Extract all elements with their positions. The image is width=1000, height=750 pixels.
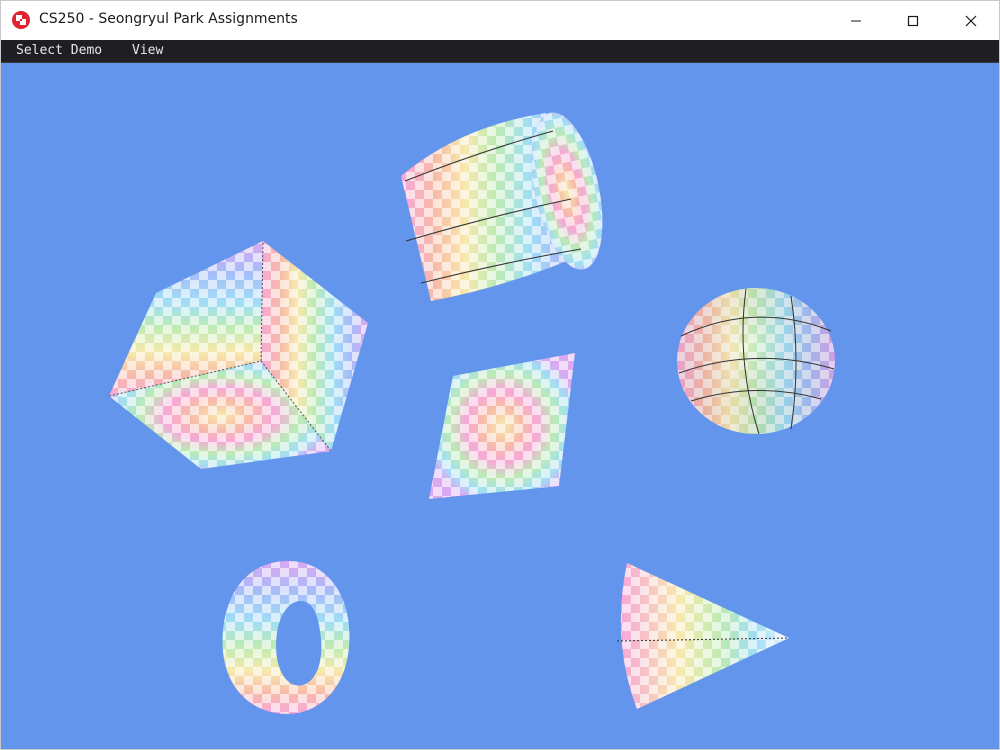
render-viewport[interactable] [1, 63, 999, 750]
close-button[interactable] [942, 1, 999, 40]
torus-mesh [222, 561, 350, 714]
title-bar[interactable]: CS250 - Seongryul Park Assignments [1, 1, 999, 40]
cube-mesh [108, 240, 368, 469]
scene-canvas[interactable] [1, 63, 999, 750]
plane-mesh [429, 353, 575, 499]
menu-view[interactable]: View [132, 43, 163, 58]
sphere-mesh [677, 288, 835, 435]
app-window: CS250 - Seongryul Park Assignments Selec… [0, 0, 1000, 750]
minimize-icon [851, 20, 861, 21]
minimize-button[interactable] [827, 1, 885, 40]
window-title: CS250 - Seongryul Park Assignments [39, 11, 298, 27]
maximize-icon [907, 15, 919, 26]
maximize-button[interactable] [884, 1, 942, 40]
cone-mesh [616, 563, 790, 709]
menu-select-demo[interactable]: Select Demo [16, 43, 102, 58]
cylinder-mesh [401, 112, 603, 301]
close-icon [965, 15, 977, 26]
menu-bar: Select Demo View [1, 40, 999, 63]
app-logo-icon [12, 11, 30, 29]
